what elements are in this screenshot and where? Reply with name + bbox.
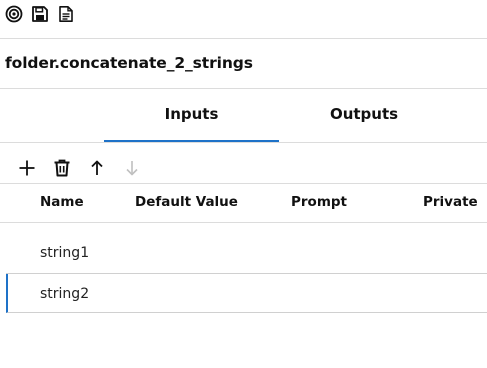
delete-icon[interactable] bbox=[52, 158, 72, 178]
add-icon[interactable] bbox=[17, 158, 37, 178]
input-name-cell: string2 bbox=[40, 286, 90, 302]
move-up-icon[interactable] bbox=[87, 158, 107, 178]
flow-title: folder.concatenate_2_strings bbox=[5, 54, 253, 72]
target-icon[interactable] bbox=[5, 5, 23, 23]
top-toolbar bbox=[0, 0, 487, 39]
input-name-cell: string1 bbox=[40, 245, 90, 261]
save-icon[interactable] bbox=[31, 5, 49, 23]
column-header-default-value[interactable]: Default Value bbox=[135, 194, 238, 210]
table-row-selected[interactable]: string2 bbox=[6, 274, 487, 313]
move-down-icon bbox=[122, 158, 142, 178]
divider bbox=[0, 142, 487, 143]
document-icon[interactable] bbox=[57, 5, 75, 23]
divider bbox=[0, 183, 487, 184]
tab-outputs[interactable]: Outputs bbox=[279, 89, 449, 143]
tab-inputs[interactable]: Inputs bbox=[104, 89, 279, 143]
tab-bar: Inputs Outputs bbox=[0, 89, 487, 143]
table-row[interactable]: string1 bbox=[6, 233, 487, 274]
column-header-prompt[interactable]: Prompt bbox=[291, 194, 347, 210]
divider bbox=[0, 222, 487, 223]
column-header-private[interactable]: Private bbox=[423, 194, 478, 210]
column-header-name[interactable]: Name bbox=[40, 194, 84, 210]
